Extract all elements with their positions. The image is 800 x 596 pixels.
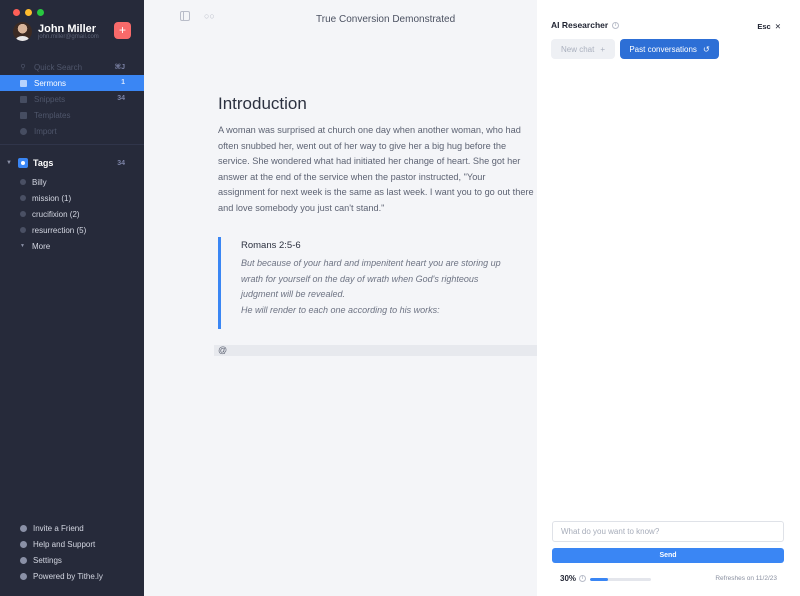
chevron-down-icon[interactable]: ▼ (6, 160, 18, 166)
tag-label: crucifixion (2) (32, 209, 80, 219)
gear-icon (20, 556, 27, 564)
reading-glasses-icon[interactable]: ○○ (204, 11, 217, 21)
mention-input-line[interactable]: @ (214, 345, 537, 356)
sidebar-footer: Invite a Friend Help and Support Setting… (0, 520, 144, 584)
book-icon (19, 79, 27, 87)
scripture-reference: Romans 2:5-6 (241, 240, 301, 251)
footer-label: Help and Support (33, 539, 96, 549)
close-icon: ✕ (774, 22, 781, 31)
count-badge: 1 (121, 79, 125, 86)
footer-label: Powered by Tithe.ly (33, 571, 103, 581)
esc-label: Esc (757, 22, 771, 31)
sidebar-nav: ⚲ Quick Search ⌘J Sermons 1 Snippets 34 … (0, 59, 144, 139)
editor: ○○ True Conversion Demonstrated Introduc… (144, 0, 537, 596)
powered-by-link[interactable]: Powered by Tithe.ly (0, 568, 144, 584)
tag-item-resurrection[interactable]: resurrection (5) (0, 222, 144, 238)
sidebar-item-templates[interactable]: Templates (0, 107, 144, 123)
tag-label: resurrection (5) (32, 225, 87, 235)
question-input[interactable] (552, 521, 784, 542)
past-conversations-button[interactable]: Past conversations ↺ (620, 39, 719, 59)
tag-label: mission (1) (32, 193, 72, 203)
tags-more-button[interactable]: ▼ More (0, 238, 144, 254)
maximize-window-button[interactable] (37, 9, 44, 16)
tag-icon (18, 158, 28, 168)
body-paragraph[interactable]: A woman was surprised at church one day … (218, 123, 534, 217)
more-label: More (31, 241, 51, 251)
scripture-line: He will render to each one according to … (241, 304, 440, 315)
template-icon (19, 111, 27, 119)
ai-researcher-panel: AI Researcher i Esc ✕ New chat + Past co… (537, 0, 800, 596)
toggle-sidebar-icon[interactable] (180, 11, 190, 21)
new-sermon-button[interactable]: + (114, 22, 131, 39)
send-button[interactable]: Send (552, 548, 784, 563)
search-icon: ⚲ (20, 64, 26, 71)
panel-title: AI Researcher i (551, 20, 620, 30)
tag-item-mission[interactable]: mission (1) (0, 190, 144, 206)
sidebar-divider (0, 144, 144, 145)
scripture-line: wrath for yourself on the day of wrath w… (241, 273, 479, 284)
sidebar-item-label: Import (34, 126, 57, 136)
tag-label: Billy (32, 177, 47, 187)
footer-label: Settings (33, 555, 62, 565)
window-controls (13, 9, 44, 16)
close-window-button[interactable] (13, 9, 20, 16)
settings-link[interactable]: Settings (0, 552, 144, 568)
sidebar-item-label: Snippets (34, 94, 66, 104)
usage-progress-fill (590, 578, 609, 581)
shortcut-badge: ⌘J (114, 64, 125, 71)
snippet-icon (19, 95, 27, 103)
info-icon[interactable]: i (612, 21, 620, 29)
scripture-line: But because of your hard and impenitent … (241, 258, 501, 268)
tag-item-crucifixion[interactable]: crucifixion (2) (0, 206, 144, 222)
past-conversations-label: Past conversations (629, 44, 697, 54)
tag-dot-icon (20, 227, 26, 233)
sidebar: John Miller john.miller@gmail.com + ⚲ Qu… (0, 0, 144, 596)
help-icon (20, 540, 27, 548)
refresh-date: Refreshes on 11/2/23 (715, 575, 777, 582)
invite-friend-link[interactable]: Invite a Friend (0, 520, 144, 536)
sidebar-item-label: Templates (34, 110, 71, 120)
sidebar-item-sermons[interactable]: Sermons 1 (0, 75, 144, 91)
scripture-line: judgment will be revealed. (241, 289, 346, 300)
invite-icon (20, 524, 27, 532)
count-badge: 34 (117, 95, 125, 102)
scripture-block[interactable]: Romans 2:5-6 But because of your hard an… (218, 237, 534, 329)
sidebar-item-quick-search[interactable]: ⚲ Quick Search ⌘J (0, 59, 144, 75)
tag-item-billy[interactable]: Billy (0, 174, 144, 190)
tags-section-header[interactable]: ▼ Tags 34 (6, 156, 138, 170)
tag-dot-icon (20, 211, 26, 217)
new-chat-button[interactable]: New chat + (551, 39, 615, 59)
tag-dot-icon (20, 179, 26, 185)
minimize-window-button[interactable] (25, 9, 32, 16)
usage-indicator: 30% i (560, 574, 587, 583)
sidebar-item-label: Quick Search (34, 62, 83, 72)
tags-label: Tags (33, 158, 54, 168)
history-icon: ↺ (702, 44, 710, 54)
new-chat-label: New chat (560, 44, 595, 54)
avatar (13, 22, 32, 41)
tag-dot-icon (20, 195, 26, 201)
footer-label: Invite a Friend (33, 523, 84, 533)
sidebar-item-label: Sermons (34, 78, 67, 88)
chevron-down-icon: ▼ (20, 243, 25, 249)
import-icon (19, 127, 27, 135)
section-heading[interactable]: Introduction (218, 94, 307, 114)
close-panel-button[interactable]: Esc ✕ (757, 22, 781, 31)
tithely-icon (20, 572, 27, 580)
sidebar-item-import[interactable]: Import (0, 123, 144, 139)
usage-percent: 30% (560, 574, 577, 583)
document-title[interactable]: True Conversion Demonstrated (316, 14, 455, 25)
usage-progress-bar (590, 578, 651, 581)
plus-icon: + (600, 44, 606, 54)
help-support-link[interactable]: Help and Support (0, 536, 144, 552)
user-email: john.miller@gmail.com (38, 34, 99, 40)
sidebar-item-snippets[interactable]: Snippets 34 (0, 91, 144, 107)
tags-count: 34 (117, 159, 125, 167)
info-icon[interactable]: i (579, 575, 587, 582)
panel-title-text: AI Researcher (551, 20, 609, 30)
tag-list: Billy mission (1) crucifixion (2) resurr… (0, 174, 144, 254)
